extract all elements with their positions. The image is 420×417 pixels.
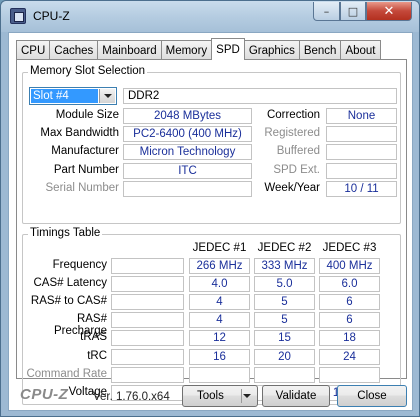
window-title: CPU-Z — [33, 9, 70, 23]
tools-button-separator — [241, 389, 242, 403]
field-manufacturer: Micron Technology — [123, 144, 252, 161]
field-spd-ext — [326, 162, 397, 179]
window-close-button[interactable]: ✕ — [366, 2, 412, 21]
timing-cell: 4.0 — [189, 276, 250, 293]
tab-cpu[interactable]: CPU — [16, 40, 51, 60]
cpuz-logo: CPU-Z — [20, 386, 69, 403]
cpuz-window: CPU-Z – □ ✕ CPU Caches Mainboard Memory SPD G… — [0, 0, 420, 417]
timing-blank-cell — [111, 330, 184, 347]
label-correction: Correction — [266, 109, 320, 121]
chevron-down-icon — [103, 94, 112, 98]
timing-cell: 18 — [319, 330, 380, 347]
label-serial-number: Serial Number — [45, 181, 120, 194]
tab-mainboard[interactable]: Mainboard — [97, 40, 162, 60]
timing-cell — [189, 366, 250, 383]
label-registered: Registered — [264, 127, 320, 140]
label-week-year: Week/Year — [264, 181, 320, 194]
field-registered — [326, 126, 397, 143]
label-max-bandwidth: Max Bandwidth — [40, 127, 119, 140]
timing-blank-cell — [111, 258, 184, 274]
client-area: CPU Caches Mainboard Memory SPD Graphics Bench… — [8, 32, 413, 411]
field-buffered — [326, 144, 397, 161]
timing-cell: 12 — [189, 330, 250, 347]
maximize-button[interactable]: □ — [340, 2, 366, 21]
timing-label-ras-to-cas: RAS# to CAS# — [30, 295, 107, 308]
timing-cell: 266 MHz — [189, 258, 250, 274]
timing-cell: 6 — [319, 312, 380, 329]
timing-blank-cell — [111, 348, 184, 365]
validate-button[interactable]: Validate — [262, 385, 330, 407]
timing-cell: 4 — [189, 312, 250, 329]
tab-memory[interactable]: Memory — [160, 40, 213, 60]
column-header-jedec-2: JEDEC #2 — [257, 242, 312, 254]
field-max-bandwidth: PC2-6400 (400 MHz) — [123, 126, 252, 143]
timing-label-command-rate: Command Rate — [26, 367, 107, 380]
timing-cell: 20 — [254, 348, 315, 365]
memory-type-field: DDR2 — [123, 88, 397, 104]
chevron-down-icon[interactable] — [243, 394, 251, 398]
field-module-size: 2048 MBytes — [123, 108, 252, 124]
label-manufacturer: Manufacturer — [51, 145, 119, 158]
timings-group-label: Timings Table — [28, 227, 103, 239]
slot-select[interactable]: Slot #4 — [29, 87, 117, 105]
tools-button-label: Tools — [197, 390, 224, 402]
timing-blank-cell — [111, 312, 184, 329]
field-part-number: ITC — [123, 162, 252, 179]
field-serial-number — [123, 180, 252, 197]
timing-cell: 5.0 — [254, 276, 315, 293]
label-buffered: Buffered — [276, 145, 320, 158]
timing-cell — [254, 366, 315, 383]
tab-bench[interactable]: Bench — [298, 40, 342, 60]
timing-cell: 6 — [319, 294, 380, 311]
label-module-size: Module Size — [55, 109, 119, 121]
timing-cell: 5 — [254, 294, 315, 311]
timing-cell: 5 — [254, 312, 315, 329]
timing-label-cas-latency: CAS# Latency — [33, 277, 107, 290]
close-button[interactable]: Close — [337, 385, 407, 407]
title-bar[interactable]: CPU-Z – □ ✕ — [1, 1, 419, 32]
timing-label-frequency: Frequency — [52, 259, 107, 271]
tab-strip: CPU Caches Mainboard Memory SPD Graphics Bench… — [16, 38, 381, 60]
timing-cell: 333 MHz — [254, 258, 315, 274]
spd-tab-panel: Memory Slot Selection Slot #4 DDR2 Modul… — [16, 59, 407, 405]
memory-slot-group: Memory Slot Selection Slot #4 DDR2 Modul… — [22, 65, 401, 224]
timing-blank-cell — [111, 366, 184, 383]
timing-label-tras: tRAS — [80, 331, 107, 344]
timing-cell: 400 MHz — [319, 258, 380, 274]
column-header-jedec-1: JEDEC #1 — [192, 242, 247, 254]
column-header-jedec-3: JEDEC #3 — [322, 242, 377, 254]
tab-caches[interactable]: Caches — [49, 40, 99, 60]
timing-cell: 15 — [254, 330, 315, 347]
minimize-button[interactable]: – — [313, 2, 340, 21]
memory-slot-group-label: Memory Slot Selection — [28, 65, 148, 77]
slot-select-dropdown-button[interactable] — [99, 89, 115, 103]
version-label: Ver. 1.76.0.x64 — [93, 391, 170, 403]
tools-button[interactable]: Tools — [182, 385, 258, 407]
tab-about[interactable]: About — [340, 40, 381, 60]
timing-blank-cell — [111, 276, 184, 293]
field-correction: None — [326, 108, 397, 124]
timing-cell — [319, 366, 380, 383]
cpuz-app-icon — [10, 8, 26, 24]
label-part-number: Part Number — [53, 163, 119, 176]
timing-label-trc: tRC — [87, 349, 107, 362]
field-week-year: 10 / 11 — [326, 180, 397, 197]
timings-group: Timings Table JEDEC #1 JEDEC #2 JEDEC #3 F… — [22, 227, 401, 405]
slot-select-value: Slot #4 — [31, 89, 98, 103]
tab-spd[interactable]: SPD — [211, 38, 245, 60]
label-spd-ext: SPD Ext. — [273, 163, 320, 176]
timing-cell: 16 — [189, 348, 250, 365]
timing-cell: 6.0 — [319, 276, 380, 293]
timing-cell: 4 — [189, 294, 250, 311]
timing-cell: 24 — [319, 348, 380, 365]
tab-graphics[interactable]: Graphics — [243, 40, 300, 60]
timing-blank-cell — [111, 294, 184, 311]
